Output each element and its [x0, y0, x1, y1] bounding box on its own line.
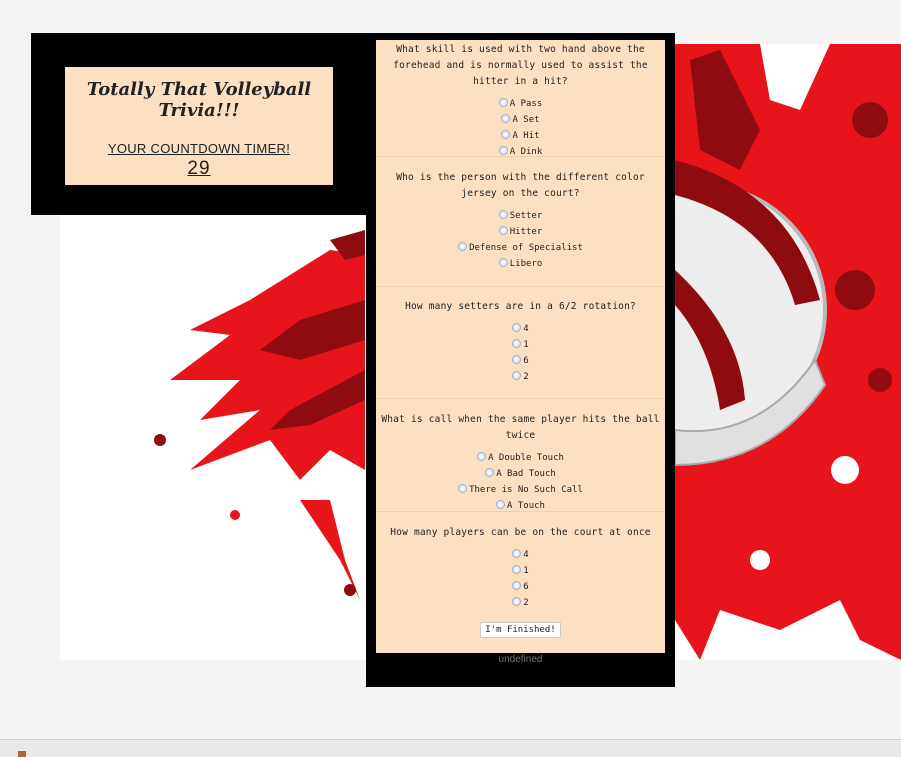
option[interactable]: A Set — [376, 112, 665, 128]
question-text: How many players can be on the court at … — [390, 527, 651, 538]
radio-button[interactable] — [512, 581, 522, 590]
option-label: 1 — [523, 566, 529, 576]
radio-button[interactable] — [498, 98, 508, 107]
radio-button[interactable] — [498, 258, 508, 267]
radio-button[interactable] — [512, 597, 522, 606]
question-text: What is call when the same player hits t… — [381, 414, 660, 441]
quiz-form: What skill is used with two hand above t… — [376, 40, 665, 653]
option-label: A Pass — [509, 99, 543, 109]
question-text: Who is the person with the different col… — [396, 172, 645, 199]
options-list: A Pass A Set A Hit A Dink — [376, 96, 665, 160]
question-1: What skill is used with two hand above t… — [376, 40, 665, 157]
option-label: There is No Such Call — [469, 485, 583, 495]
question-4: What is call when the same player hits t… — [376, 399, 665, 512]
countdown-timer-value: 29 — [187, 158, 211, 179]
option-label: 6 — [523, 356, 529, 366]
radio-button[interactable] — [458, 242, 468, 251]
option-label: A Hit — [512, 131, 540, 141]
page-title: Totally That Volleyball Trivia!!! — [86, 79, 312, 121]
title-card: Totally That Volleyball Trivia!!! YOUR C… — [65, 67, 333, 185]
radio-button[interactable] — [512, 339, 522, 348]
options-list: A Double Touch A Bad Touch There is No S… — [376, 450, 665, 514]
option-label: A Dink — [509, 147, 543, 157]
bottom-status-bar — [0, 739, 901, 757]
option-label: Setter — [509, 211, 543, 221]
radio-button[interactable] — [512, 355, 522, 364]
options-list: Setter Hitter Defense of Specialist Libe… — [376, 208, 665, 272]
option[interactable]: Setter — [376, 208, 665, 224]
options-list: 4 1 6 2 — [376, 547, 665, 611]
radio-button[interactable] — [501, 130, 511, 139]
option[interactable]: Libero — [376, 256, 665, 272]
option-label: 4 — [523, 324, 529, 334]
question-2: Who is the person with the different col… — [376, 157, 665, 287]
radio-button[interactable] — [512, 565, 522, 574]
radio-button[interactable] — [458, 484, 468, 493]
option[interactable]: Hitter — [376, 224, 665, 240]
option[interactable]: 1 — [376, 337, 665, 353]
option[interactable]: There is No Such Call — [376, 482, 665, 498]
file-icon — [18, 751, 26, 757]
radio-button[interactable] — [501, 114, 511, 123]
option-label: Hitter — [509, 227, 543, 237]
option-label: A Touch — [507, 501, 545, 511]
finish-button[interactable]: I'm Finished! — [480, 622, 561, 638]
option[interactable]: 6 — [376, 353, 665, 369]
option-label: Defense of Specialist — [469, 243, 583, 253]
radio-button[interactable] — [512, 371, 522, 380]
option[interactable]: 4 — [376, 547, 665, 563]
question-3: How many setters are in a 6/2 rotation? … — [376, 287, 665, 399]
finish-wrapper: I'm Finished! — [376, 617, 665, 638]
option-label: A Bad Touch — [496, 469, 556, 479]
radio-button[interactable] — [498, 210, 508, 219]
option-label: Libero — [509, 259, 543, 269]
radio-button[interactable] — [485, 468, 495, 477]
option[interactable]: Defense of Specialist — [376, 240, 665, 256]
option-label: A Double Touch — [488, 453, 564, 463]
option[interactable]: A Bad Touch — [376, 466, 665, 482]
option-label: 4 — [523, 550, 529, 560]
option-label: 6 — [523, 582, 529, 592]
option-label: 2 — [523, 372, 529, 382]
options-list: 4 1 6 2 — [376, 321, 665, 385]
countdown-timer-label: YOUR COUNTDOWN TIMER! — [107, 141, 291, 156]
option-label: A Set — [512, 115, 540, 125]
radio-button[interactable] — [512, 323, 522, 332]
option[interactable]: A Double Touch — [376, 450, 665, 466]
option[interactable]: 2 — [376, 369, 665, 385]
option-label: 2 — [523, 598, 529, 608]
header-panel: Totally That Volleyball Trivia!!! YOUR C… — [31, 33, 371, 215]
result-text: undefined — [498, 654, 543, 665]
quiz-panel: What skill is used with two hand above t… — [366, 33, 675, 687]
option[interactable]: A Pass — [376, 96, 665, 112]
radio-button[interactable] — [496, 500, 506, 509]
question-text: How many setters are in a 6/2 rotation? — [405, 301, 636, 312]
option[interactable]: 4 — [376, 321, 665, 337]
radio-button[interactable] — [498, 226, 508, 235]
radio-button[interactable] — [477, 452, 487, 461]
option[interactable]: 6 — [376, 579, 665, 595]
option[interactable]: 1 — [376, 563, 665, 579]
radio-button[interactable] — [512, 549, 522, 558]
radio-button[interactable] — [498, 146, 508, 155]
option-label: 1 — [523, 340, 529, 350]
question-5: How many players can be on the court at … — [376, 512, 665, 652]
option[interactable]: A Hit — [376, 128, 665, 144]
option[interactable]: 2 — [376, 595, 665, 611]
question-text: What skill is used with two hand above t… — [393, 44, 648, 87]
